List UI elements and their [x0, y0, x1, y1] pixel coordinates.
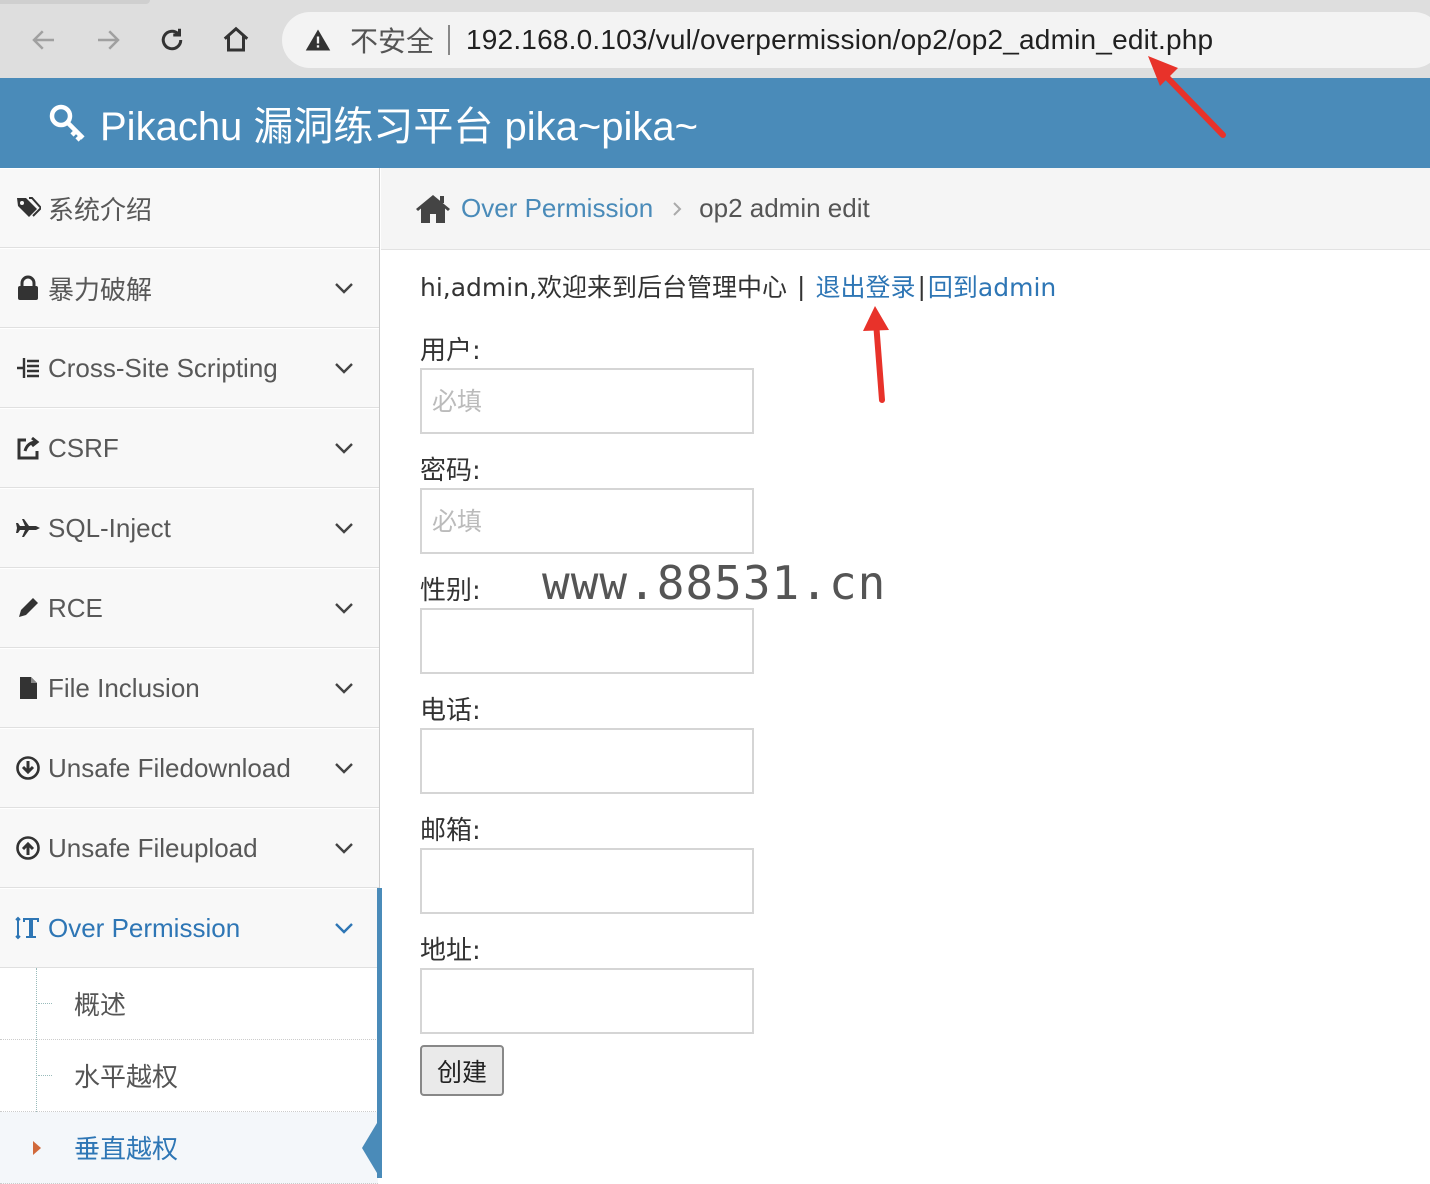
chevron-down-icon[interactable]: [332, 836, 356, 860]
sidebar-item-label: Unsafe Fileupload: [48, 832, 258, 863]
chevron-down-icon[interactable]: [332, 436, 356, 460]
active-section-bar: [377, 888, 382, 1178]
welcome-bar: hi,admin,欢迎来到后台管理中心 | 退出登录 | 回到admin: [420, 268, 1056, 304]
chevron-down-icon[interactable]: [332, 916, 356, 940]
share-square-icon: [13, 433, 43, 463]
reload-button[interactable]: [150, 18, 194, 62]
sidebar-item-label: CSRF: [48, 432, 119, 463]
submenu-item-vertical[interactable]: 垂直越权: [0, 1112, 380, 1184]
browser-toolbar: 不安全 192.168.0.103/vul/overpermission/op2…: [0, 0, 1430, 78]
sidebar-item-brute-force[interactable]: 暴力破解: [0, 248, 379, 328]
caret-right-icon: [33, 1140, 41, 1155]
sidebar-item-label: 系统介绍: [48, 194, 153, 225]
address-field[interactable]: [420, 968, 754, 1034]
tab-strip: [0, 0, 150, 4]
reload-icon: [161, 28, 183, 51]
arrow-right-icon: [98, 30, 120, 50]
chevron-right-icon: [673, 201, 682, 216]
username-field[interactable]: [420, 368, 754, 434]
welcome-separator: |: [917, 271, 926, 301]
welcome-separator: |: [797, 271, 806, 301]
over-permission-submenu: 概述 水平越权 垂直越权: [0, 968, 380, 1184]
submenu-item-horizontal[interactable]: 水平越权: [0, 1040, 378, 1112]
site-title[interactable]: Pikachu 漏洞练习平台 pika~pika~: [100, 94, 698, 152]
arrow-left-icon: [32, 30, 54, 50]
sidebar-item-intro[interactable]: 系统介绍: [0, 168, 379, 248]
text-height-icon: [13, 913, 43, 943]
download-circle-icon: [13, 753, 43, 783]
sidebar-item-label: Over Permission: [48, 912, 241, 943]
watermark: www.88531.cn: [542, 556, 887, 610]
logout-link[interactable]: 退出登录: [815, 268, 915, 304]
chevron-down-icon[interactable]: [332, 676, 356, 700]
submenu-item-label: 水平越权: [74, 1063, 179, 1093]
submenu-tick: [38, 1003, 52, 1004]
back-button[interactable]: [22, 18, 66, 62]
forward-button[interactable]: [86, 18, 130, 62]
url-text[interactable]: 192.168.0.103/vul/overpermission/op2/op2…: [466, 24, 1213, 56]
password-field[interactable]: [420, 488, 754, 554]
file-icon: [13, 673, 43, 703]
sidebar-item-label: RCE: [48, 592, 103, 623]
sidebar-item-label: File Inclusion: [48, 672, 200, 703]
welcome-text: hi,admin,欢迎来到后台管理中心: [420, 273, 788, 302]
sidebar-item-sqli[interactable]: SQL-Inject: [0, 488, 379, 568]
breadcrumb: Over Permission op2 admin edit: [381, 168, 1430, 250]
sidebar-item-unsafe-fileupload[interactable]: Unsafe Fileupload: [0, 808, 379, 888]
sidebar-item-label: Cross-Site Scripting: [48, 352, 278, 383]
submenu-item-overview[interactable]: 概述: [0, 968, 378, 1040]
home-icon[interactable]: [415, 193, 451, 225]
sidebar-item-csrf[interactable]: CSRF: [0, 408, 379, 488]
address-bar[interactable]: 不安全 192.168.0.103/vul/overpermission/op2…: [282, 12, 1430, 68]
site-header: Pikachu 漏洞练习平台 pika~pika~: [0, 78, 1430, 168]
home-icon: [223, 26, 249, 52]
chevron-down-icon[interactable]: [332, 276, 356, 300]
submenu-item-label: 垂直越权: [74, 1135, 179, 1165]
email-field[interactable]: [420, 848, 754, 914]
chevron-down-icon[interactable]: [332, 756, 356, 780]
create-button[interactable]: 创建: [420, 1045, 504, 1096]
plane-icon: [13, 513, 43, 543]
address-label: 地址:: [420, 936, 481, 966]
list-tree-icon: [13, 353, 43, 383]
home-button[interactable]: [214, 18, 258, 62]
sidebar-item-label: SQL-Inject: [48, 512, 171, 543]
tags-icon: [13, 193, 43, 223]
sidebar: 系统介绍 暴力破解 Cross-Site Scripting CSRF SQL-…: [0, 168, 382, 1184]
sidebar-item-rce[interactable]: RCE: [0, 568, 379, 648]
address-divider: [448, 25, 451, 55]
chevron-down-icon[interactable]: [332, 516, 356, 540]
annotation-arrow-logout: [863, 306, 889, 403]
back-to-admin-link[interactable]: 回到admin: [928, 268, 1056, 304]
phone-field[interactable]: [420, 728, 754, 794]
security-status[interactable]: 不安全: [350, 20, 434, 60]
submenu-tick: [38, 1075, 52, 1076]
submenu-item-label: 概述: [74, 991, 127, 1021]
sidebar-item-label: Unsafe Filedownload: [48, 752, 291, 783]
gender-field[interactable]: [420, 608, 754, 674]
upload-circle-icon: [13, 833, 43, 863]
password-label: 密码:: [420, 456, 481, 486]
key-icon: [49, 104, 85, 142]
sidebar-item-unsafe-filedownload[interactable]: Unsafe Filedownload: [0, 728, 379, 808]
phone-label: 电话:: [420, 696, 481, 726]
pencil-icon: [13, 593, 43, 623]
sidebar-item-label: 暴力破解: [48, 274, 153, 305]
warning-icon: [305, 29, 331, 51]
chevron-down-icon[interactable]: [332, 356, 356, 380]
sidebar-item-file-inclusion[interactable]: File Inclusion: [0, 648, 379, 728]
breadcrumb-current: op2 admin edit: [699, 193, 870, 223]
sidebar-item-xss[interactable]: Cross-Site Scripting: [0, 328, 379, 408]
email-label: 邮箱:: [420, 816, 481, 846]
lock-icon: [13, 273, 43, 303]
chevron-down-icon[interactable]: [332, 596, 356, 620]
username-label: 用户:: [420, 336, 481, 366]
breadcrumb-link[interactable]: Over Permission: [461, 193, 653, 224]
sidebar-item-over-permission[interactable]: Over Permission: [0, 888, 379, 968]
gender-label: 性别:: [420, 576, 481, 606]
